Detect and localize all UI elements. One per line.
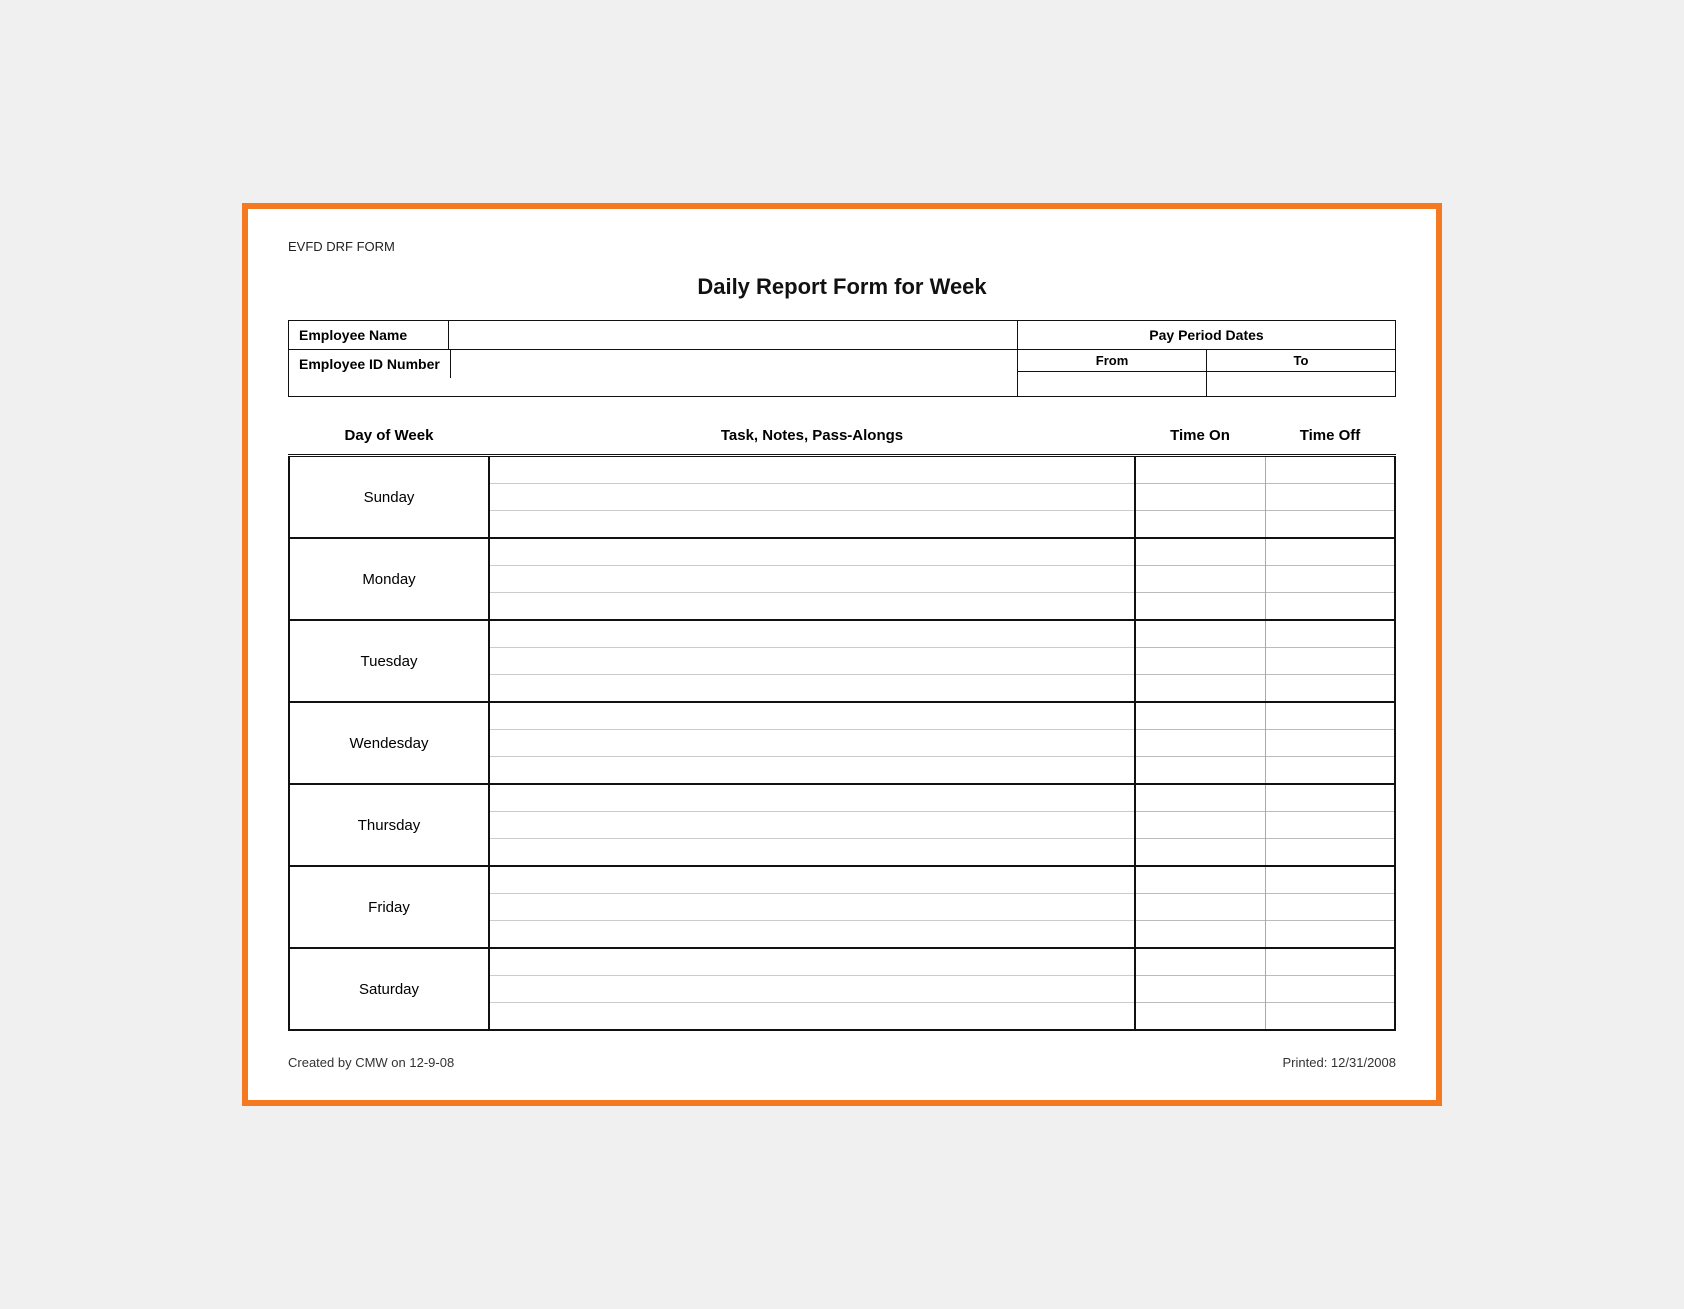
employee-name-row: Employee Name (289, 321, 1017, 350)
time-on-cell[interactable] (1135, 702, 1265, 784)
time-off-cell[interactable] (1265, 538, 1395, 620)
footer: Created by CMW on 12-9-08 Printed: 12/31… (288, 1055, 1396, 1070)
watermark-label: EVFD DRF FORM (288, 239, 1396, 254)
time-off-cell[interactable] (1265, 948, 1395, 1030)
from-input[interactable] (1018, 372, 1206, 396)
table-row: Tuesday (289, 620, 1395, 702)
day-cell-sunday: Sunday (289, 456, 489, 539)
day-name: Wendesday (350, 735, 429, 752)
form-container: EVFD DRF FORM Daily Report Form for Week… (242, 203, 1442, 1106)
task-cell[interactable] (489, 538, 1135, 620)
to-label: To (1207, 350, 1395, 372)
col-header-task: Task, Notes, Pass-Alongs (489, 417, 1135, 456)
employee-id-row: Employee ID Number (289, 350, 1017, 378)
pay-period-to: To (1207, 350, 1395, 396)
pay-period-section: Pay Period Dates From To (1017, 321, 1395, 396)
col-header-time-off: Time Off (1265, 417, 1395, 456)
table-row: Wendesday (289, 702, 1395, 784)
table-row: Thursday (289, 784, 1395, 866)
employee-id-input[interactable] (451, 350, 1017, 378)
time-off-cell[interactable] (1265, 456, 1395, 539)
day-cell-tuesday: Tuesday (289, 620, 489, 702)
day-name: Thursday (358, 817, 421, 834)
pay-period-dates: From To (1018, 350, 1395, 396)
main-table: Day of Week Task, Notes, Pass-Alongs Tim… (288, 417, 1396, 1031)
col-header-time-on: Time On (1135, 417, 1265, 456)
employee-name-label: Employee Name (289, 321, 449, 349)
time-on-cell[interactable] (1135, 538, 1265, 620)
table-row: Saturday (289, 948, 1395, 1030)
day-name: Sunday (364, 489, 415, 506)
day-cell-friday: Friday (289, 866, 489, 948)
time-on-cell[interactable] (1135, 784, 1265, 866)
day-cell-thursday: Thursday (289, 784, 489, 866)
time-off-cell[interactable] (1265, 702, 1395, 784)
day-name: Saturday (359, 981, 419, 998)
day-cell-saturday: Saturday (289, 948, 489, 1030)
table-row: Monday (289, 538, 1395, 620)
form-title: Daily Report Form for Week (288, 274, 1396, 300)
pay-period-title: Pay Period Dates (1018, 321, 1395, 350)
task-cell[interactable] (489, 784, 1135, 866)
table-row: Friday (289, 866, 1395, 948)
employee-id-label: Employee ID Number (289, 350, 451, 378)
task-cell[interactable] (489, 456, 1135, 539)
task-cell[interactable] (489, 866, 1135, 948)
time-off-cell[interactable] (1265, 866, 1395, 948)
time-on-cell[interactable] (1135, 456, 1265, 539)
time-on-cell[interactable] (1135, 866, 1265, 948)
header-info: Employee Name Employee ID Number Pay Per… (288, 320, 1396, 397)
day-cell-wendesday: Wendesday (289, 702, 489, 784)
task-cell[interactable] (489, 620, 1135, 702)
day-name: Friday (368, 899, 410, 916)
task-cell[interactable] (489, 702, 1135, 784)
time-on-cell[interactable] (1135, 620, 1265, 702)
from-label: From (1018, 350, 1206, 372)
footer-right: Printed: 12/31/2008 (1283, 1055, 1396, 1070)
time-off-cell[interactable] (1265, 620, 1395, 702)
time-on-cell[interactable] (1135, 948, 1265, 1030)
time-off-cell[interactable] (1265, 784, 1395, 866)
table-row: Sunday (289, 456, 1395, 539)
day-name: Monday (362, 571, 415, 588)
footer-left: Created by CMW on 12-9-08 (288, 1055, 454, 1070)
employee-section: Employee Name Employee ID Number (289, 321, 1017, 396)
day-name: Tuesday (361, 653, 418, 670)
task-cell[interactable] (489, 948, 1135, 1030)
day-cell-monday: Monday (289, 538, 489, 620)
to-input[interactable] (1207, 372, 1395, 396)
col-header-day: Day of Week (289, 417, 489, 456)
pay-period-from: From (1018, 350, 1207, 396)
employee-name-input[interactable] (449, 321, 1017, 349)
